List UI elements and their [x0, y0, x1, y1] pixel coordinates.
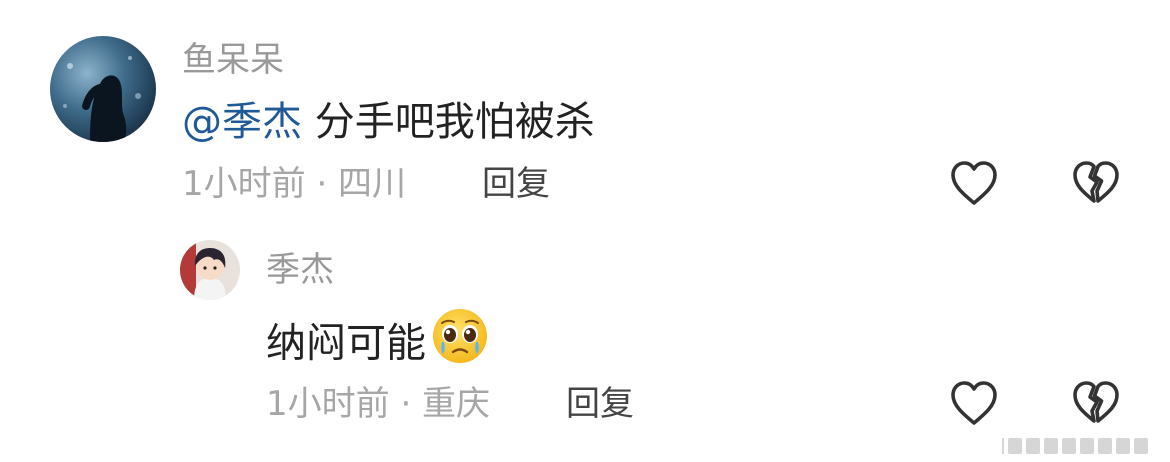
- avatar[interactable]: [180, 240, 240, 300]
- avatar[interactable]: [50, 36, 156, 142]
- reply-button[interactable]: 回复: [566, 384, 634, 424]
- comment-meta: 1小时前 · 四川: [182, 164, 407, 204]
- reply-button[interactable]: 回复: [482, 164, 550, 204]
- comment-meta: 1小时前 · 重庆: [266, 384, 491, 424]
- comment-text: @季杰 分手吧我怕被杀: [182, 98, 595, 146]
- broken-heart-icon[interactable]: [1070, 378, 1122, 430]
- heart-outline-icon[interactable]: [948, 378, 1000, 430]
- pleading-face-emoji: [430, 306, 490, 377]
- comment-username[interactable]: 鱼呆呆: [182, 40, 284, 80]
- heart-outline-icon[interactable]: [948, 158, 1000, 210]
- comment-body: 纳闷可能: [266, 320, 426, 367]
- broken-heart-icon[interactable]: [1070, 158, 1122, 210]
- comment-item: 鱼呆呆 @季杰 分手吧我怕被杀 1小时前 · 四川 回复: [0, 0, 1170, 230]
- comment-text: 纳闷可能: [266, 309, 490, 377]
- comment-username[interactable]: 季杰: [266, 250, 334, 290]
- watermark-logo: [1002, 436, 1164, 456]
- comment-body: 分手吧我怕被杀: [302, 99, 595, 145]
- mention-link[interactable]: @季杰: [182, 99, 302, 145]
- reply-item: 季杰 纳闷可能 1小时前 · 重庆 回复: [0, 230, 1170, 462]
